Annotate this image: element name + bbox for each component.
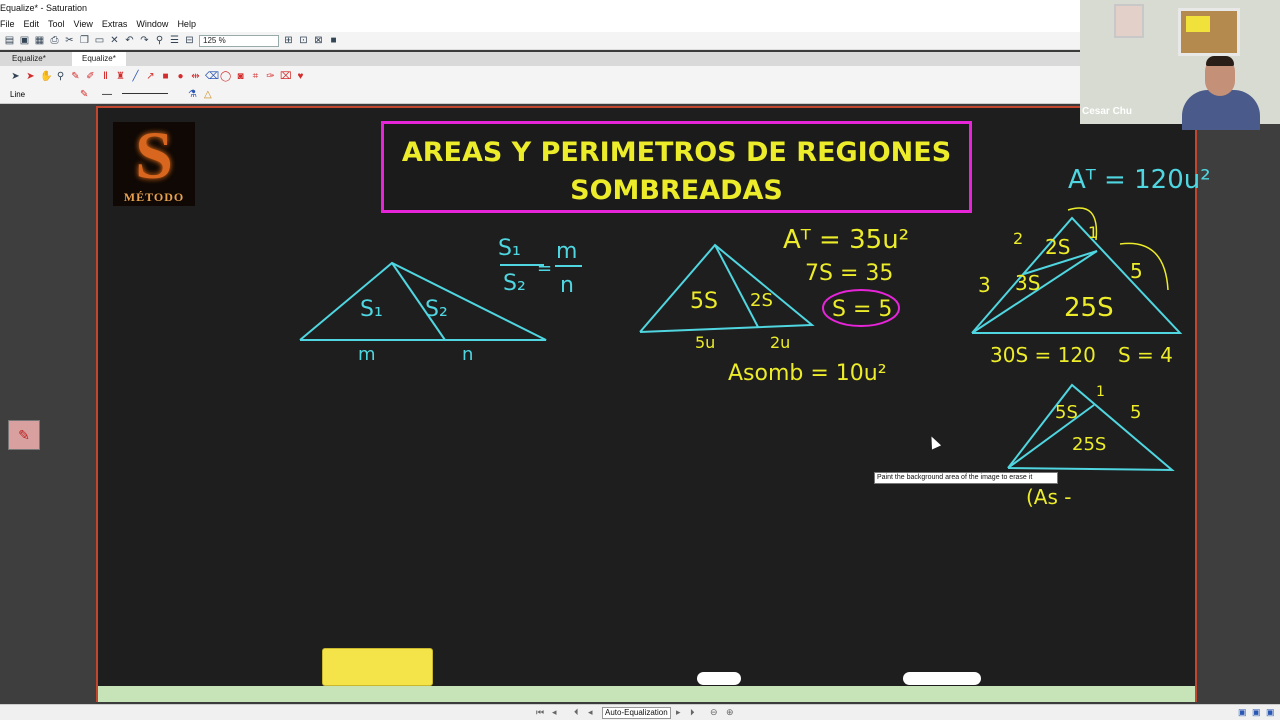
ellipse-tool-icon[interactable]: ● xyxy=(175,71,186,82)
menu-window[interactable]: Window xyxy=(136,16,168,32)
camera-icon[interactable]: ◙ xyxy=(235,71,246,82)
actual-size-icon[interactable]: ⊠ xyxy=(313,35,324,46)
menu-edit[interactable]: Edit xyxy=(24,16,40,32)
zoom-out-icon[interactable]: ⊟ xyxy=(184,35,195,46)
presenter-hair xyxy=(1206,56,1234,66)
text-icon[interactable]: Ⅱ xyxy=(100,71,111,82)
presenter-body xyxy=(1182,90,1260,130)
measure-icon[interactable]: ⇹ xyxy=(190,71,201,82)
menu-view[interactable]: View xyxy=(74,16,93,32)
menu-help[interactable]: Help xyxy=(177,16,196,32)
rectangle-tool-icon[interactable]: ■ xyxy=(160,71,171,82)
first-page-icon[interactable]: ⏮ xyxy=(536,707,544,718)
line-style-icon[interactable]: — xyxy=(102,86,112,104)
lasso-icon[interactable]: ◯ xyxy=(220,71,231,82)
menu-extras[interactable]: Extras xyxy=(102,16,128,32)
favorites-icon[interactable]: ♥ xyxy=(295,71,306,82)
copy-icon[interactable]: ❐ xyxy=(79,35,90,46)
undo-icon[interactable]: ↶ xyxy=(124,35,135,46)
eraser-tooltip: Paint the background area of the image t… xyxy=(874,472,1058,484)
menu-tool[interactable]: Tool xyxy=(48,16,65,32)
pen-icon[interactable]: ✎ xyxy=(70,71,81,82)
print-icon[interactable]: ⎙ xyxy=(49,35,60,46)
menu-bar: File Edit Tool View Extras Window Help xyxy=(0,16,1080,32)
board-footer-strip xyxy=(98,686,1195,702)
tab-equalize-2[interactable]: Equalize* xyxy=(72,52,126,66)
drawing-toolbar: ➤ ➤ ✋ ⚲ ✎ ✐ Ⅱ ♜ ╱ ↗ ■ ● ⇹ ⌫ ◯ ◙ ⌗ ✑ ⌧ ♥ xyxy=(0,66,1080,86)
window-title: Equalize* - Saturation xyxy=(0,0,1080,16)
cut-icon[interactable]: ✂ xyxy=(64,35,75,46)
webcam-name-label: Cesar Chu xyxy=(1082,106,1133,117)
board-chalk-1[interactable] xyxy=(697,672,741,685)
board-chalk-2[interactable] xyxy=(903,672,981,685)
wall-poster xyxy=(1114,4,1144,38)
warning-icon[interactable]: △ xyxy=(204,86,212,104)
pen-color-icon[interactable]: ✎ xyxy=(80,86,88,104)
select-red-arrow-icon[interactable]: ➤ xyxy=(25,71,36,82)
skip-forward-icon[interactable]: ⏵ xyxy=(690,707,695,718)
binoculars-icon[interactable]: ⚲ xyxy=(154,35,165,46)
select-arrow-icon[interactable]: ➤ xyxy=(10,71,21,82)
logo: S MÉTODO xyxy=(113,117,195,206)
play-back-icon[interactable]: ◂ xyxy=(588,707,593,718)
board-eraser[interactable] xyxy=(322,648,433,686)
logo-text: MÉTODO xyxy=(123,190,185,204)
lesson-title: AREAS Y PERIMETROS DE REGIONES SOMBREADA… xyxy=(381,121,972,213)
logo-letter: S xyxy=(135,117,173,193)
main-toolbar: ▤ ▣ ▦ ⎙ ✂ ❐ ▭ ✕ ↶ ↷ ⚲ ☰ ⊟ 125 % ⊞ ⊡ ⊠ ■ xyxy=(0,32,1080,50)
delete-icon[interactable]: ✕ xyxy=(109,35,120,46)
fullscreen-icon[interactable]: ■ xyxy=(328,35,339,46)
save-as-icon[interactable]: ▦ xyxy=(34,35,45,46)
layout-icon-1[interactable]: ▣ xyxy=(1238,707,1247,718)
tab-bar: Equalize* Equalize* xyxy=(0,52,1080,66)
current-tool-label: Line xyxy=(10,90,26,99)
side-eraser-icon[interactable]: ✎ xyxy=(8,420,40,450)
prev-icon[interactable]: ◂ xyxy=(552,707,557,718)
zoom-in-icon[interactable]: ⊞ xyxy=(283,35,294,46)
auto-equalization-label[interactable]: Auto-Equalization xyxy=(602,707,671,719)
filter-icon[interactable]: ⚗ xyxy=(188,86,197,104)
marker-icon[interactable]: ✐ xyxy=(85,71,96,82)
line-tool-icon[interactable]: ╱ xyxy=(130,71,141,82)
play-icon[interactable]: ▸ xyxy=(676,707,681,718)
hand-icon[interactable]: ✋ xyxy=(40,71,52,82)
properties-toolbar: Line ✎ — ⚗ △ xyxy=(0,86,1080,104)
menu-file[interactable]: File xyxy=(0,16,15,32)
stamp-icon[interactable]: ♜ xyxy=(115,71,126,82)
skip-back-icon[interactable]: ⏴ xyxy=(574,707,579,718)
paste-icon[interactable]: ▭ xyxy=(94,35,105,46)
status-bar: ⏮ ◂ ⏴ ◂ Auto-Equalization ▸ ⏵ ⊖ ⊕ ▣ ▣ ▣ xyxy=(0,704,1280,720)
clear-icon[interactable]: ⌧ xyxy=(280,71,292,82)
redo-icon[interactable]: ↷ xyxy=(139,35,150,46)
eraser-tool-icon[interactable]: ⌫ xyxy=(205,71,219,82)
save-icon[interactable]: ▣ xyxy=(19,35,30,46)
crop-icon[interactable]: ⌗ xyxy=(250,71,261,82)
fit-page-icon[interactable]: ⊡ xyxy=(298,35,309,46)
nav-right-icon[interactable]: ⊕ xyxy=(726,707,734,718)
open-icon[interactable]: ▤ xyxy=(4,35,15,46)
view-options-icon[interactable]: ☰ xyxy=(169,35,180,46)
arrow-tool-icon[interactable]: ↗ xyxy=(145,71,156,82)
layout-icon-3[interactable]: ▣ xyxy=(1266,707,1275,718)
sticky-note xyxy=(1186,16,1210,32)
nav-left-icon[interactable]: ⊖ xyxy=(710,707,718,718)
brush-icon[interactable]: ✑ xyxy=(265,71,276,82)
layout-icon-2[interactable]: ▣ xyxy=(1252,707,1261,718)
right-panel xyxy=(1196,124,1280,708)
tab-equalize-1[interactable]: Equalize* xyxy=(2,52,56,66)
line-width-select[interactable] xyxy=(122,93,168,98)
left-panel: ✎ xyxy=(0,104,96,708)
zoom-field[interactable]: 125 % xyxy=(199,34,279,47)
magnifier-icon[interactable]: ⚲ xyxy=(55,71,66,82)
title-line-2: SOMBREADAS xyxy=(570,175,783,206)
title-line-1: AREAS Y PERIMETROS DE REGIONES xyxy=(401,137,952,168)
